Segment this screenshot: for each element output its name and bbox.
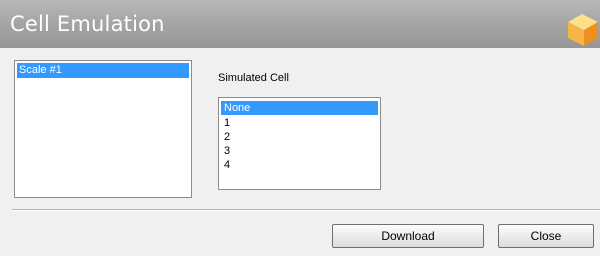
title-bar: Cell Emulation [0,0,600,48]
cell-option-none[interactable]: None [221,101,378,115]
scale-list[interactable]: Scale #1 [14,60,192,198]
simulated-cell-label: Simulated Cell [218,72,289,84]
separator [12,209,600,211]
window-title: Cell Emulation [10,12,165,36]
cell-emulation-window: Cell Emulation Scale #1 Simulated Cell N… [0,0,600,256]
cell-option-3[interactable]: 3 [221,144,378,158]
cell-option-4[interactable]: 4 [221,158,378,172]
simulated-cell-list[interactable]: None 1 2 3 4 [218,97,381,190]
cube-icon [568,14,598,46]
cell-option-1[interactable]: 1 [221,116,378,130]
download-button[interactable]: Download [332,224,484,248]
scale-list-item[interactable]: Scale #1 [17,63,189,78]
close-button[interactable]: Close [498,224,594,248]
cell-option-2[interactable]: 2 [221,130,378,144]
